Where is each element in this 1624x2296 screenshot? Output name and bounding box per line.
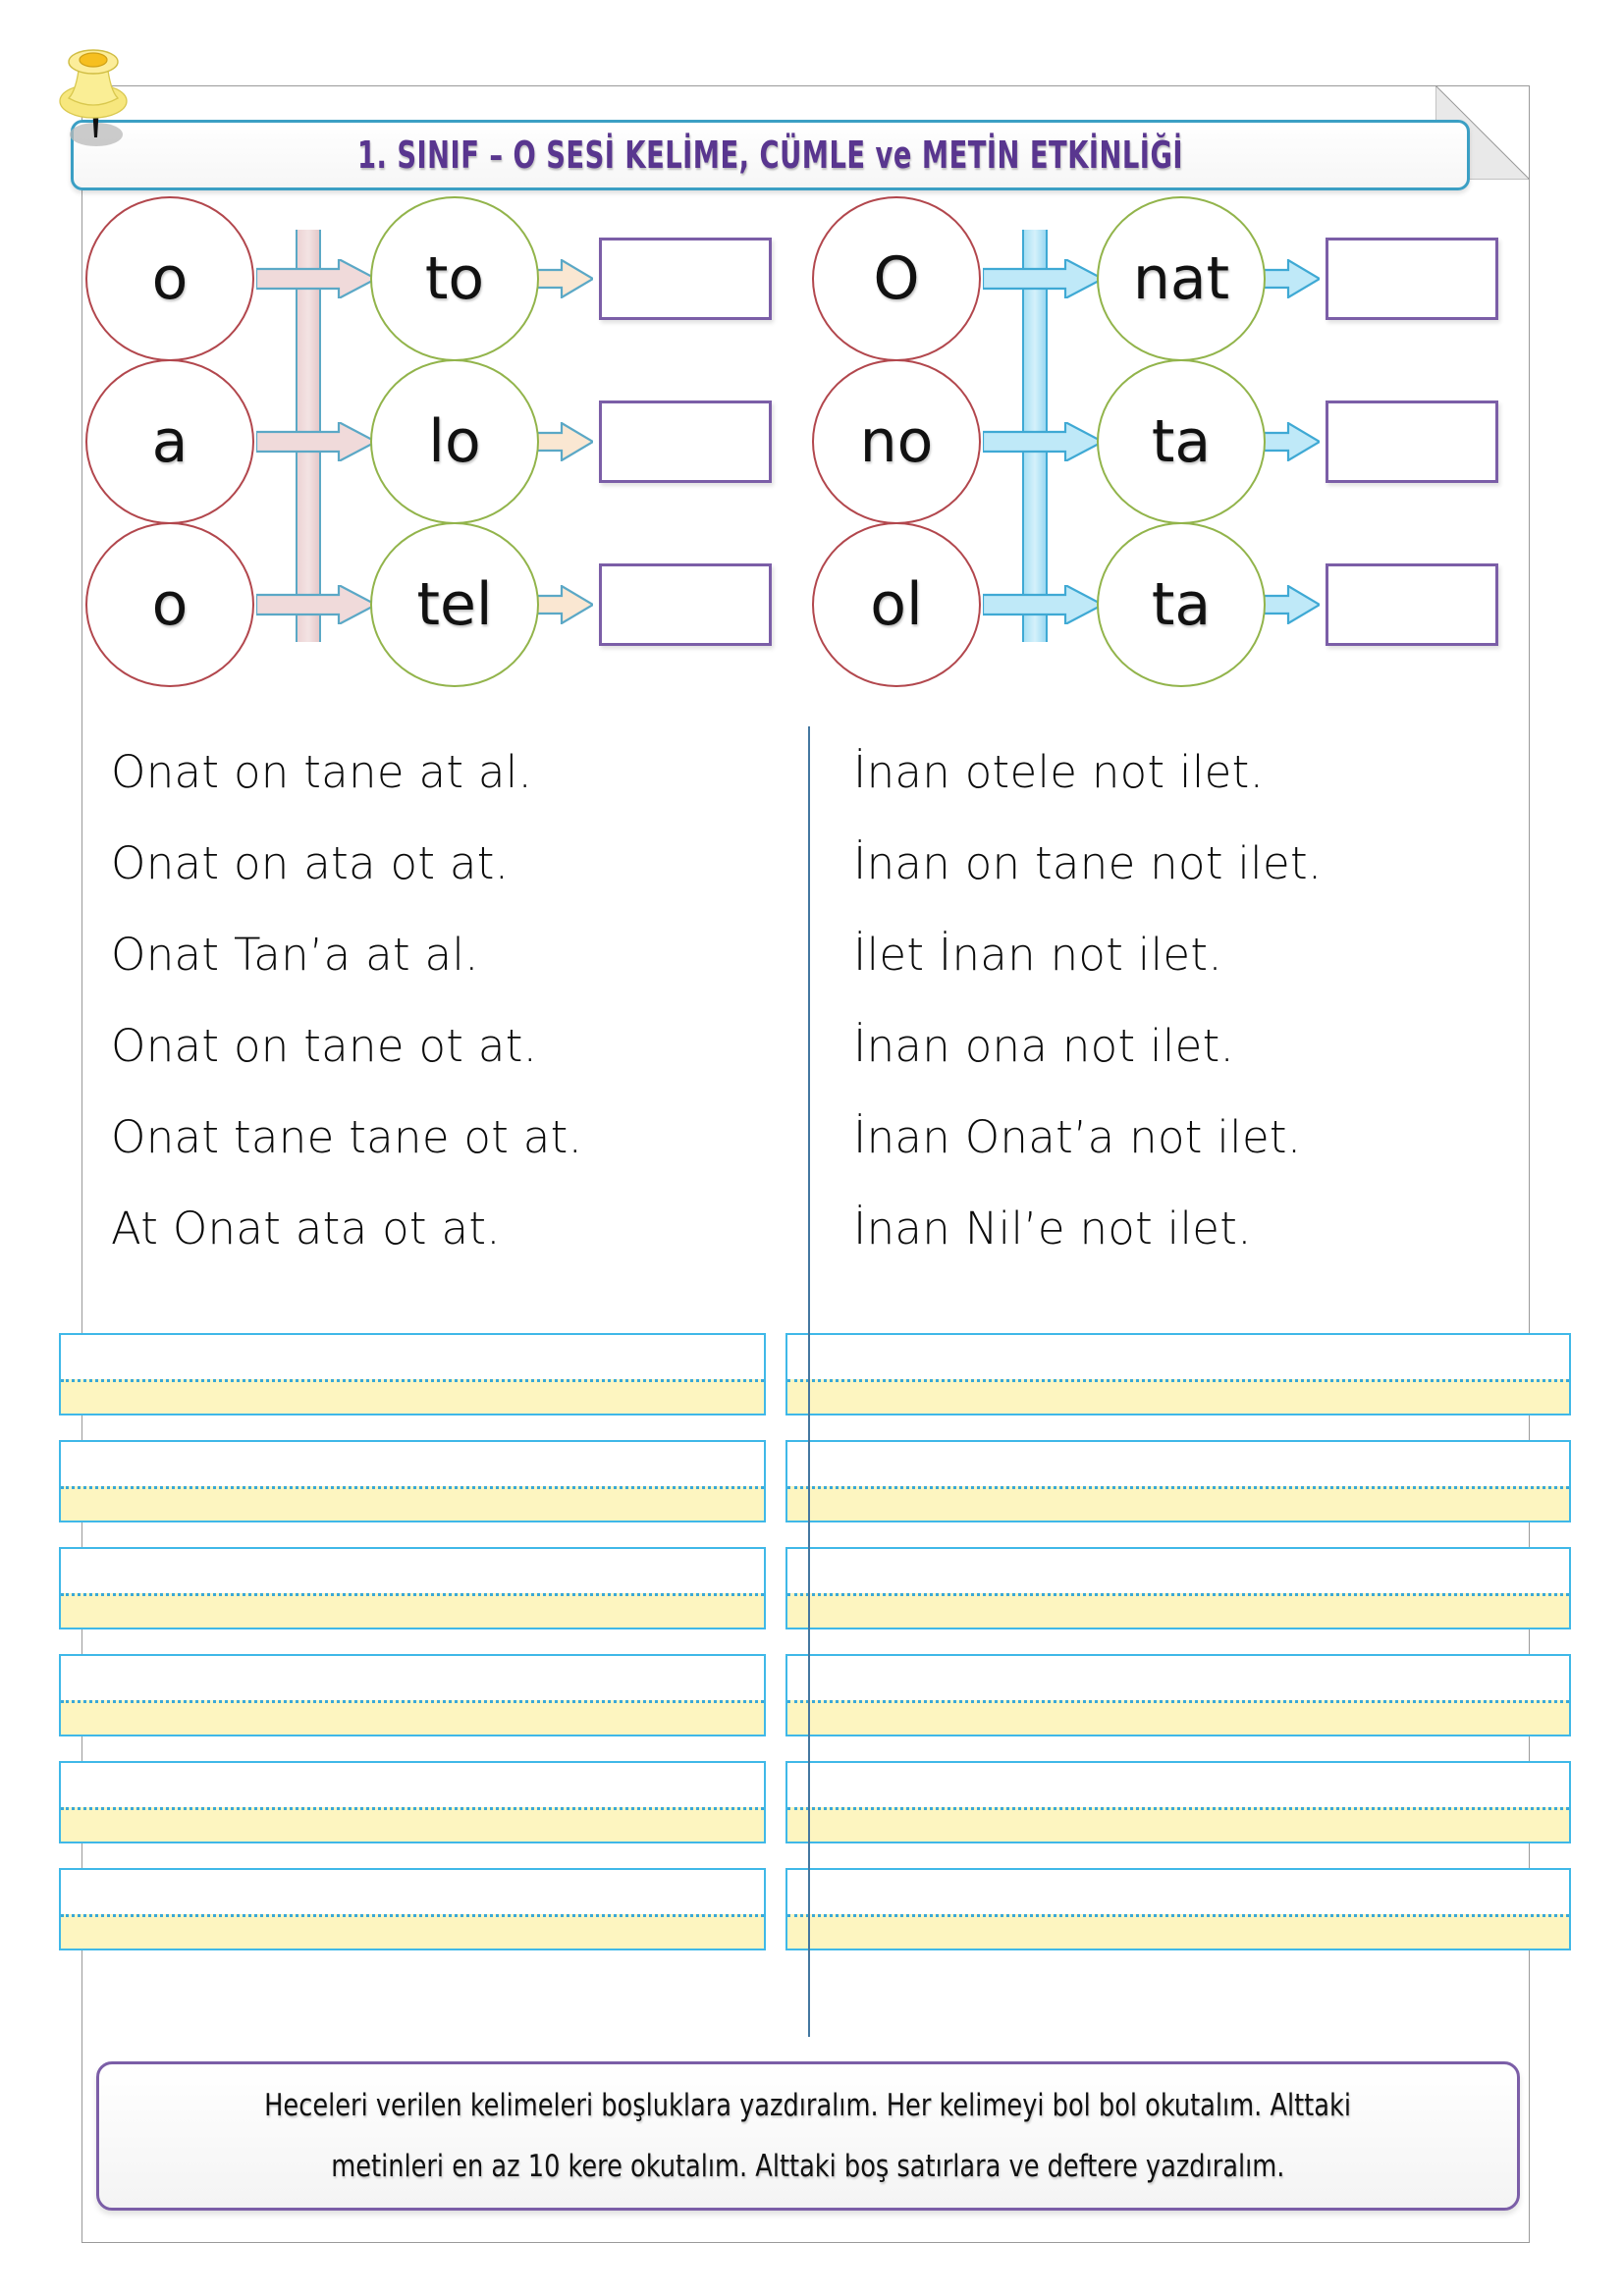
target-syllable-circle: ta [1097,522,1266,687]
writing-line-band [61,1699,764,1735]
sentence-line: İnan Nil’e not ilet. [853,1202,1252,1255]
instruction-line: Heceleri verilen kelimeleri boşluklara y… [264,2088,1352,2123]
sentence-line: İnan Onat’a not ilet. [853,1111,1302,1163]
answer-box[interactable] [1326,563,1498,646]
writing-line-band [787,1806,1569,1842]
target-syllable-circle: to [370,196,539,361]
sentence-line: İnan otele not ilet. [853,746,1265,798]
writing-line-band [61,1592,764,1628]
syllable-group-left: o a o to lo tel [81,196,808,697]
writing-line-midline [787,1378,1569,1382]
sentence-line: At Onat ata ot at. [111,1202,501,1255]
writing-line-band [61,1913,764,1949]
arrow-right-icon [254,420,379,463]
source-syllable-circle: ol [812,522,981,687]
sentence-line: Onat on tane at al. [111,746,533,798]
writing-line[interactable] [785,1761,1571,1843]
instruction-line: metinleri en az 10 kere okutalım. Alttak… [331,2149,1285,2184]
writing-line-midline [787,1485,1569,1489]
target-syllable-circle: lo [370,359,539,524]
writing-line-band [787,1378,1569,1414]
writing-line-midline [787,1806,1569,1810]
sentence-line: İlet İnan not ilet. [853,929,1222,981]
arrow-right-icon [254,583,379,626]
arrow-right-icon [981,420,1106,463]
source-syllable-circle: O [812,196,981,361]
target-syllable-circle: ta [1097,359,1266,524]
syllable-exercise: o a o to lo tel O no ol nat ta ta [81,196,1530,697]
writing-line[interactable] [59,1547,766,1629]
writing-line[interactable] [59,1761,766,1843]
reading-column-left: Onat on tane at al. Onat on ata ot at. O… [111,726,798,1274]
writing-line-row [59,1654,1571,1736]
reading-texts: Onat on tane at al. Onat on ata ot at. O… [81,726,1530,2037]
arrow-right-icon [534,258,596,299]
reading-column-right: İnan otele not ilet. İnan on tane not il… [838,726,1525,1274]
answer-box[interactable] [1326,238,1498,320]
writing-line-row [59,1761,1571,1843]
answer-box[interactable] [599,400,772,483]
arrow-right-icon [1261,584,1323,625]
page-title: 1. SINIF – O SESİ KELİME, CÜMLE ve METİN… [356,133,1184,177]
writing-line-midline [787,1699,1569,1703]
writing-line-midline [61,1485,764,1489]
sentence-line: Onat tane tane ot at. [111,1111,583,1163]
writing-line[interactable] [785,1654,1571,1736]
sentence-line: İnan ona not ilet. [853,1020,1235,1072]
answer-box[interactable] [599,563,772,646]
answer-box[interactable] [599,238,772,320]
source-syllable-circle: a [85,359,254,524]
writing-line-row [59,1868,1571,1950]
arrow-right-icon [534,421,596,462]
writing-line[interactable] [785,1868,1571,1950]
writing-line-midline [787,1592,1569,1596]
arrow-right-icon [1261,258,1323,299]
sentence-line: Onat Tan’a at al. [111,929,479,981]
syllable-group-right: O no ol nat ta ta [808,196,1535,697]
instruction-note: Heceleri verilen kelimeleri boşluklara y… [96,2061,1520,2211]
arrow-right-icon [981,257,1106,300]
writing-line-row [59,1440,1571,1522]
writing-line-band [787,1592,1569,1628]
writing-line-midline [787,1913,1569,1917]
writing-line-band [787,1699,1569,1735]
sentence-line: Onat on tane ot at. [111,1020,538,1072]
source-syllable-circle: o [85,522,254,687]
target-syllable-circle: tel [370,522,539,687]
pushpin-icon [51,29,135,152]
writing-line-midline [61,1699,764,1703]
writing-lines-area [59,1333,1571,1971]
answer-box[interactable] [1326,400,1498,483]
sentence-line: Onat on ata ot at. [111,837,510,889]
writing-line-row [59,1333,1571,1415]
writing-line-band [787,1485,1569,1521]
writing-line-row [59,1547,1571,1629]
arrow-right-icon [534,584,596,625]
writing-line[interactable] [59,1654,766,1736]
writing-line[interactable] [785,1547,1571,1629]
writing-line-midline [61,1913,764,1917]
writing-line[interactable] [785,1440,1571,1522]
writing-line[interactable] [59,1868,766,1950]
target-syllable-circle: nat [1097,196,1266,361]
writing-line[interactable] [59,1333,766,1415]
writing-line[interactable] [785,1333,1571,1415]
writing-line[interactable] [59,1440,766,1522]
writing-line-band [61,1378,764,1414]
arrow-right-icon [1261,421,1323,462]
source-syllable-circle: o [85,196,254,361]
writing-line-band [787,1913,1569,1949]
writing-line-band [61,1485,764,1521]
writing-line-band [61,1806,764,1842]
writing-line-midline [61,1592,764,1596]
sentence-line: İnan on tane not ilet. [853,837,1323,889]
title-bar: 1. SINIF – O SESİ KELİME, CÜMLE ve METİN… [71,120,1470,190]
arrow-right-icon [981,583,1106,626]
arrow-right-icon [254,257,379,300]
worksheet-page: 1. SINIF – O SESİ KELİME, CÜMLE ve METİN… [0,0,1624,2296]
writing-line-midline [61,1378,764,1382]
writing-line-midline [61,1806,764,1810]
source-syllable-circle: no [812,359,981,524]
column-divider [808,726,810,2037]
